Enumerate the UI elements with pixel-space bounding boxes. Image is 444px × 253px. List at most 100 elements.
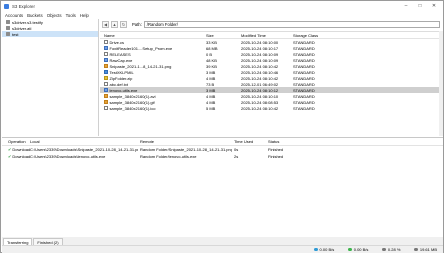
bucket-icon [6, 20, 10, 24]
menu-accounts[interactable]: Accounts [5, 13, 23, 18]
file-name: ZipFolder.zip [109, 75, 133, 81]
file-size: 68 MB [206, 45, 218, 51]
file-name-cell: sample_3840x2160(1).avi [100, 94, 204, 99]
table-row[interactable]: sample_3840x2160(1).ico 5 MB 2025-10-24 08… [100, 105, 443, 111]
file-storage-class: STANDARD [293, 81, 315, 87]
file-storage-class: STANDARD [293, 45, 315, 51]
column-header-remote[interactable]: Remote [138, 139, 232, 144]
sidebar-item-bucket[interactable]: test [2, 31, 98, 37]
file-modified: 2025-10-24 08:10:12 [241, 87, 279, 93]
file-rows: Drive.cs 33 KB 2025-10-24 08:10:00 STANDARD… [100, 39, 443, 111]
file-file-icon [104, 40, 108, 44]
file-size: 4 MB [206, 75, 216, 81]
file-name: RawCap.exe [109, 57, 133, 63]
file-name-cell: sample_3840x2160(1).ico [100, 106, 204, 111]
minimize-icon[interactable]: – [399, 3, 413, 9]
file-name: sample_3840x2160(1).avi [109, 93, 156, 99]
title-bar: S3 Explorer – □ ✕ [1, 1, 443, 11]
transfer-time: 0s [234, 147, 239, 152]
column-header-time-used[interactable]: Time Used [232, 139, 266, 144]
file-file-icon [104, 106, 108, 110]
zip-file-icon [104, 76, 108, 80]
file-size: 4 MB [206, 93, 216, 99]
sidebar-item-label: test [12, 31, 19, 37]
tab-finished[interactable]: Finished (2) [33, 238, 63, 245]
bucket-icon [6, 26, 10, 30]
transfer-row[interactable]: ✔ Download C:\Users\2339\Downloads\lenovo-… [2, 153, 443, 160]
file-size: 3 MB [206, 87, 216, 93]
window-controls: – □ ✕ [399, 1, 441, 11]
file-storage-class: STANDARD [293, 51, 315, 57]
check-icon: ✔ [8, 154, 12, 159]
transfer-row[interactable]: ✔ Download C:\Users\2339\Downloads\Snipast… [2, 146, 443, 153]
file-name-cell: RELEASES [100, 52, 204, 57]
file-modified: 2025-10-24 08:10:09 [241, 51, 279, 57]
file-name-cell: TestXKLPMIL [100, 70, 204, 75]
file-file-icon [104, 82, 108, 86]
img-file-icon [104, 94, 108, 98]
cpu-usage-value: 0.28 % [387, 247, 401, 252]
column-header-local[interactable]: Local [28, 139, 138, 144]
file-modified: 2025-10-24 08:10:09 [241, 57, 279, 63]
transfer-queue: Operation Local Remote Time Used Status … [2, 137, 443, 237]
file-list-header: Name Size Modified Time Storage Class [100, 32, 443, 39]
column-header-size[interactable]: Size [204, 33, 239, 38]
download-icon [348, 247, 352, 252]
check-icon: ✔ [8, 147, 12, 152]
file-storage-class: STANDARD [293, 99, 315, 105]
menu-buckets[interactable]: Buckets [27, 13, 43, 18]
file-list-scrollbar[interactable] [439, 31, 443, 136]
file-storage-class: STANDARD [293, 69, 315, 75]
column-header-name[interactable]: Name [100, 33, 204, 38]
tab-transferring[interactable]: Transferring [3, 238, 33, 245]
file-name-cell: ZipFolder.zip [100, 76, 204, 81]
file-name-cell: sample_3840x2160(1).gif [100, 100, 204, 105]
menu-tools[interactable]: Tools [66, 13, 76, 18]
file-modified: 2025-10-24 08:10:42 [241, 63, 279, 69]
file-name-cell: Drive.cs [100, 40, 204, 45]
column-header-operation[interactable]: Operation [2, 139, 28, 144]
app-window: S3 Explorer – □ ✕ Accounts Buckets Objec… [0, 0, 444, 253]
file-name: abc.def.txt [109, 81, 128, 87]
up-folder-icon[interactable]: ▲ [111, 20, 118, 28]
download-speed: 0.00 B/s [348, 247, 368, 252]
menu-help[interactable]: Help [80, 13, 89, 18]
html-file-icon [104, 70, 108, 74]
menu-bar: Accounts Buckets Objects Tools Help [1, 11, 443, 19]
memory-usage: 19.61 MB [414, 247, 437, 252]
file-modified: 2025-10-24 08:10:00 [241, 39, 279, 45]
cpu-icon [382, 247, 386, 252]
file-name: Drive.cs [109, 39, 124, 45]
transfer-header: Operation Local Remote Time Used Status [2, 138, 443, 146]
memory-usage-value: 19.61 MB [419, 247, 437, 252]
exe-file-icon [104, 88, 108, 92]
transfer-rows: ✔ Download C:\Users\2339\Downloads\Snipast… [2, 146, 443, 160]
path-input[interactable]: /Random Folder/ [143, 20, 440, 28]
img-file-icon [104, 64, 108, 68]
column-header-storage-class[interactable]: Storage Class [291, 33, 351, 38]
exe-file-icon [104, 58, 108, 62]
file-size: 3 MB [206, 69, 216, 75]
column-header-status[interactable]: Status [266, 139, 326, 144]
file-name-cell: lenovo-utils.exe [100, 88, 204, 93]
close-icon[interactable]: ✕ [427, 3, 441, 9]
file-modified: 2025-10-24 08:10:42 [241, 75, 279, 81]
file-storage-class: STANDARD [293, 75, 315, 81]
back-icon[interactable]: ◀ [102, 20, 109, 28]
transfer-operation: ✔ Download [2, 154, 30, 159]
file-storage-class: STANDARD [293, 57, 315, 63]
refresh-icon[interactable]: ↻ [120, 20, 127, 28]
menu-objects[interactable]: Objects [47, 13, 62, 18]
object-pane: ◀ ▲ ↻ Path: /Random Folder/ Name Size Mo… [100, 19, 443, 136]
file-name-cell: RawCap.exe [100, 58, 204, 63]
sidebar-item-label: s3driver.s3.testify [12, 19, 43, 25]
transfer-local: C:\Users\2339\Downloads\Snipaste_2021-10… [30, 147, 138, 152]
bucket-tree: s3driver.s3.testify s3driver.atl test [2, 19, 99, 136]
status-bar: 0.00 B/s 0.00 B/s 0.28 % 19.61 MB [2, 245, 443, 253]
file-storage-class: STANDARD [293, 93, 315, 99]
column-header-modified[interactable]: Modified Time [239, 33, 291, 38]
maximize-icon[interactable]: □ [413, 3, 427, 9]
file-storage-class: STANDARD [293, 63, 315, 69]
file-name: TestXKLPMIL [109, 69, 134, 75]
img-file-icon [104, 100, 108, 104]
